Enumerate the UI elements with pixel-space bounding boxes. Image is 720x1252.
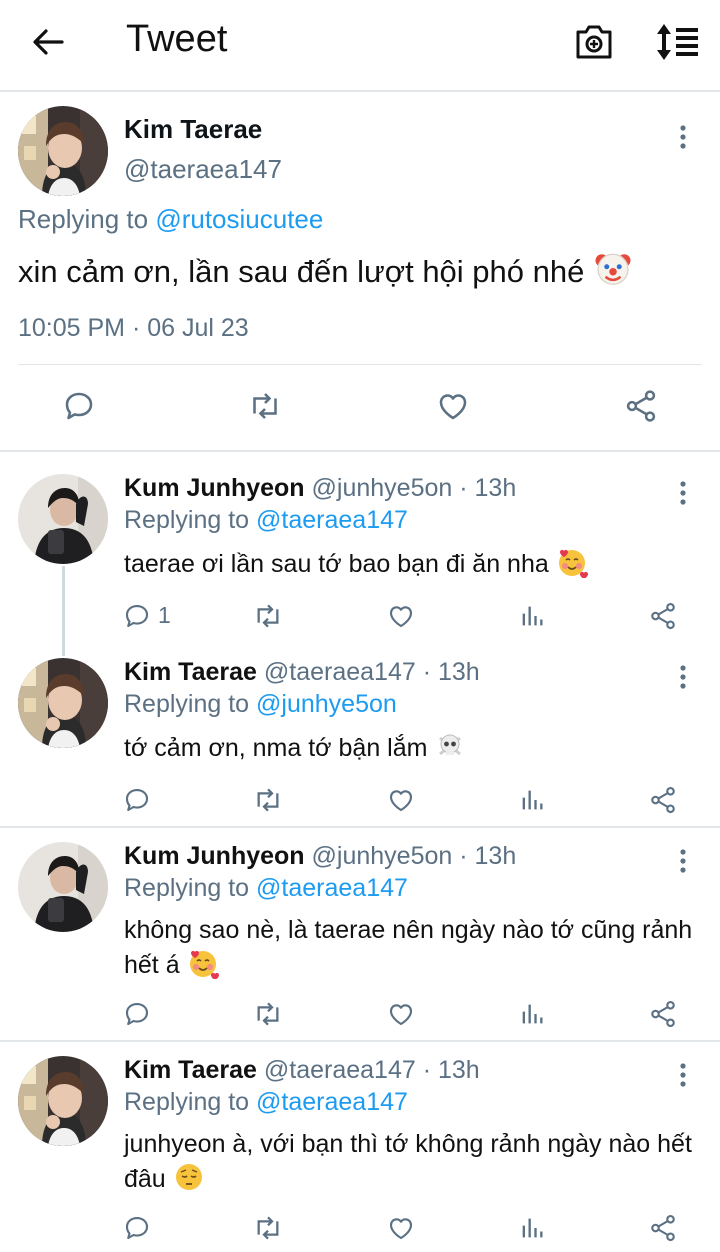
author-name[interactable]: Kum Junhyeon: [124, 842, 305, 870]
like-icon[interactable]: [386, 784, 416, 816]
replying-to: Replying to @taeraea147: [124, 506, 408, 535]
replying-to: Replying to @taeraea147: [124, 1088, 408, 1117]
more-options-icon[interactable]: [670, 662, 696, 692]
avatar[interactable]: [18, 658, 108, 748]
share-icon[interactable]: [648, 600, 678, 632]
reply-text: tớ cảm ơn, nma tớ bận lắm: [124, 730, 694, 765]
reply-tweet[interactable]: Kum Junhyeon @junhye5on · 13h Replying t…: [0, 450, 720, 640]
page-title: Tweet: [126, 18, 228, 60]
share-icon[interactable]: [648, 784, 678, 816]
avatar[interactable]: [18, 1056, 108, 1146]
reply-icon[interactable]: [60, 388, 98, 424]
replying-to-link[interactable]: @taeraea147: [256, 1088, 408, 1116]
replying-to-link[interactable]: @taeraea147: [256, 506, 408, 534]
reply-icon[interactable]: [122, 998, 152, 1030]
clown-face-icon: [593, 248, 633, 288]
top-app-bar: Tweet: [0, 0, 720, 92]
retweet-icon[interactable]: [252, 600, 284, 632]
reply-tweet[interactable]: Kum Junhyeon @junhye5on · 13h Replying t…: [0, 818, 720, 1040]
reply-header: Kim Taerae @taeraea147 · 13h: [124, 658, 480, 687]
action-bar: [0, 1212, 720, 1252]
retweet-icon[interactable]: [252, 1212, 284, 1244]
more-options-icon[interactable]: [670, 1060, 696, 1090]
reply-text: junhyeon à, với bạn thì tớ không rảnh ng…: [124, 1128, 694, 1196]
replying-label: Replying to: [124, 874, 257, 902]
avatar[interactable]: [18, 474, 108, 564]
replying-to: Replying to @rutosiucutee: [18, 204, 323, 235]
replying-label: Replying to: [124, 690, 257, 718]
more-options-icon[interactable]: [670, 122, 696, 152]
stats-icon[interactable]: [518, 1212, 546, 1244]
more-options-icon[interactable]: [670, 478, 696, 508]
author-handle-time[interactable]: @junhye5on · 13h: [312, 842, 517, 870]
reply-header: Kum Junhyeon @junhye5on · 13h: [124, 842, 516, 871]
reply-icon[interactable]: [122, 600, 152, 632]
author-name[interactable]: Kim Taerae: [124, 658, 257, 686]
replying-label: Replying to: [124, 506, 257, 534]
like-icon[interactable]: [434, 388, 472, 424]
back-arrow-icon[interactable]: [28, 22, 68, 62]
like-icon[interactable]: [386, 998, 416, 1030]
retweet-icon[interactable]: [252, 998, 284, 1030]
share-icon[interactable]: [648, 998, 678, 1030]
reply-text: taerae ơi lần sau tớ bao bạn đi ăn nha: [124, 546, 694, 581]
author-handle-time[interactable]: @taeraea147 · 13h: [264, 1056, 480, 1084]
like-icon[interactable]: [386, 1212, 416, 1244]
stats-icon[interactable]: [518, 998, 546, 1030]
avatar[interactable]: [18, 842, 108, 932]
share-icon[interactable]: [648, 1212, 678, 1244]
sort-icon[interactable]: [654, 22, 700, 62]
author-name[interactable]: Kum Junhyeon: [124, 474, 305, 502]
reply-text-content: junhyeon à, với bạn thì tớ không rảnh ng…: [124, 1130, 692, 1193]
replying-label: Replying to: [124, 1088, 257, 1116]
more-options-icon[interactable]: [670, 846, 696, 876]
author-name[interactable]: Kim Taerae: [124, 1056, 257, 1084]
camera-icon[interactable]: [574, 20, 614, 62]
author-handle-time[interactable]: @junhye5on · 13h: [312, 474, 517, 502]
replying-label: Replying to: [18, 204, 156, 234]
reply-text-content: tớ cảm ơn, nma tớ bận lắm: [124, 734, 428, 762]
avatar[interactable]: [18, 106, 108, 196]
author-handle-time[interactable]: @taeraea147 · 13h: [264, 658, 480, 686]
divider: [18, 364, 702, 365]
like-icon[interactable]: [386, 600, 416, 632]
reply-text: không sao nè, là taerae nên ngày nào tớ …: [124, 914, 694, 982]
reply-tweet[interactable]: Kim Taerae @taeraea147 · 13h Replying to…: [0, 1032, 720, 1250]
stats-icon[interactable]: [518, 600, 546, 632]
pensive-face-icon: [173, 1161, 205, 1193]
reply-icon[interactable]: [122, 1212, 152, 1244]
replying-to: Replying to @junhye5on: [124, 690, 397, 719]
tweet-text-content: xin cảm ơn, lần sau đến lượt hội phó nhé: [18, 254, 585, 289]
replying-to-link[interactable]: @rutosiucutee: [155, 204, 323, 234]
tweet-text: xin cảm ơn, lần sau đến lượt hội phó nhé: [18, 248, 633, 290]
main-tweet: Kim Taerae @taeraea147 Replying to @ruto…: [0, 92, 720, 452]
replying-to: Replying to @taeraea147: [124, 874, 408, 903]
reply-count: 1: [158, 602, 171, 628]
share-icon[interactable]: [622, 388, 660, 424]
reply-header: Kim Taerae @taeraea147 · 13h: [124, 1056, 480, 1085]
retweet-icon[interactable]: [246, 388, 284, 424]
reply-tweet[interactable]: Kim Taerae @taeraea147 · 13h Replying to…: [0, 634, 720, 824]
reply-icon[interactable]: [122, 784, 152, 816]
reply-text-content: taerae ơi lần sau tớ bao bạn đi ăn nha: [124, 550, 549, 578]
author-handle[interactable]: @taeraea147: [124, 154, 282, 185]
replying-to-link[interactable]: @taeraea147: [256, 874, 408, 902]
smiling-face-with-hearts-icon: [187, 947, 219, 979]
replying-to-link[interactable]: @junhye5on: [256, 690, 397, 718]
reply-header: Kum Junhyeon @junhye5on · 13h: [124, 474, 516, 503]
stats-icon[interactable]: [518, 784, 546, 816]
smiling-face-with-hearts-icon: [556, 546, 588, 578]
timestamp: 10:05 PM · 06 Jul 23: [18, 314, 249, 342]
author-name[interactable]: Kim Taerae: [124, 114, 262, 145]
retweet-icon[interactable]: [252, 784, 284, 816]
skull-and-crossbones-icon: [434, 730, 466, 762]
